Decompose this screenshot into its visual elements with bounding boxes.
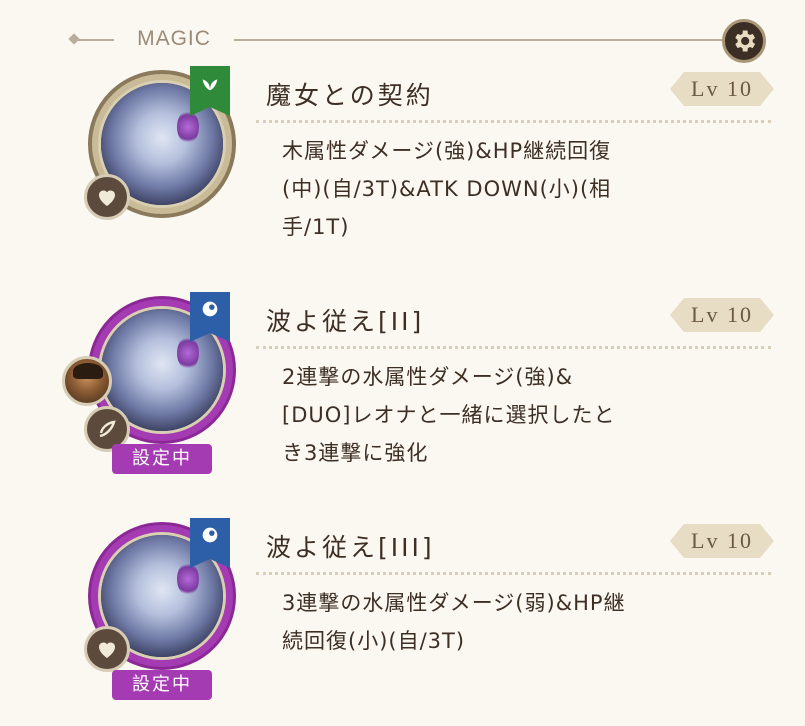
heart-icon bbox=[99, 190, 115, 206]
water-drop-icon bbox=[202, 527, 218, 543]
skill-description: 木属性ダメージ(強)&HP継続回復 (中)(自/3T)&ATK DOWN(小)(… bbox=[282, 139, 612, 239]
level-badge: Lv 10 bbox=[670, 72, 774, 106]
divider bbox=[256, 346, 771, 349]
leaf-icon bbox=[202, 79, 218, 91]
skill-name: 波よ従え[II] bbox=[266, 307, 425, 336]
duo-partner-avatar bbox=[62, 356, 112, 406]
selected-badge: 設定中 bbox=[112, 670, 212, 700]
skill-name: 波よ従え[III] bbox=[266, 533, 435, 562]
skill-description: 2連撃の水属性ダメージ(強)& [DUO]レオナと一緒に選択したと き3連撃に強… bbox=[282, 365, 616, 465]
level-badge: Lv 10 bbox=[670, 298, 774, 332]
settings-button[interactable] bbox=[722, 19, 766, 63]
divider bbox=[256, 120, 771, 123]
selected-badge: 設定中 bbox=[112, 444, 212, 474]
section-title: MAGIC bbox=[114, 26, 234, 52]
favorite-badge[interactable] bbox=[84, 626, 130, 672]
skill-description: 3連撃の水属性ダメージ(弱)&HP継 続回復(小)(自/3T) bbox=[282, 591, 626, 653]
level-badge: Lv 10 bbox=[670, 524, 774, 558]
leaf-swirl-icon bbox=[99, 420, 116, 438]
favorite-badge[interactable] bbox=[84, 174, 130, 220]
skill-avatar: 設定中 bbox=[84, 518, 238, 700]
heart-icon bbox=[99, 642, 115, 658]
skill-avatar bbox=[84, 66, 238, 220]
divider bbox=[256, 572, 771, 575]
skill-name: 魔女との契約 bbox=[266, 81, 434, 110]
skill-avatar: 設定中 bbox=[62, 292, 238, 474]
water-drop-icon bbox=[202, 301, 218, 317]
gear-icon bbox=[735, 30, 756, 52]
